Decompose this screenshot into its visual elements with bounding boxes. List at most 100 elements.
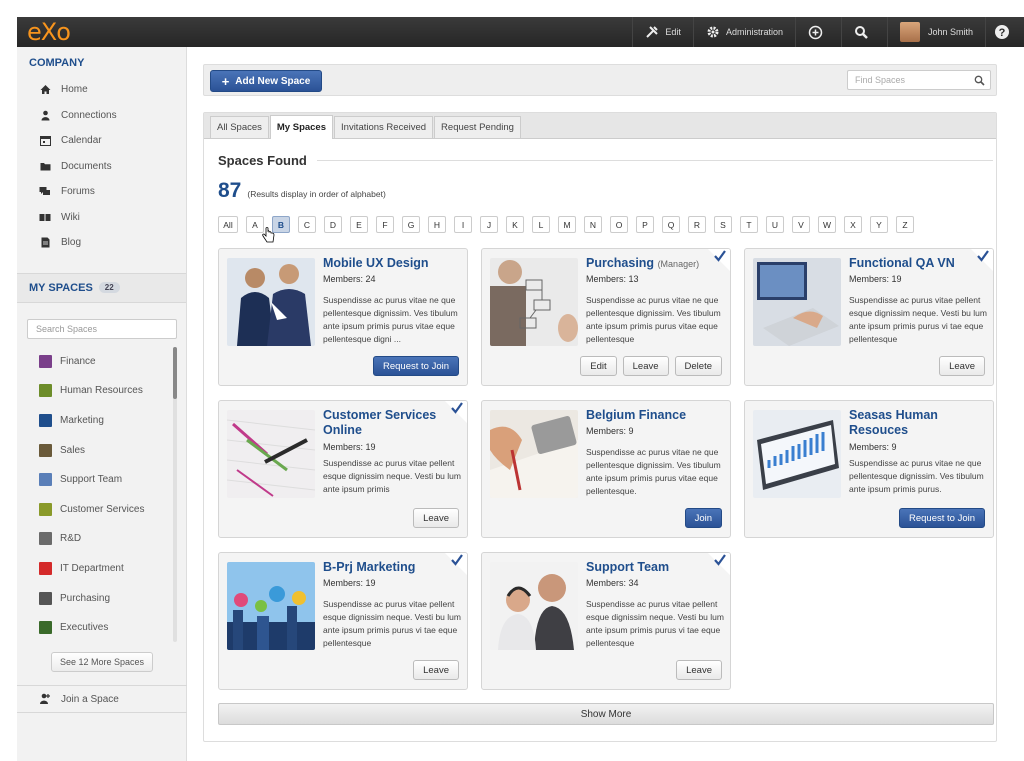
scrollbar-thumb[interactable] [173,347,177,399]
letter-filter-x[interactable]: X [844,216,862,233]
company-heading: COMPANY [29,57,85,69]
edit-button[interactable]: Edit [580,356,617,376]
space-title[interactable]: Customer Services Online [323,408,461,438]
letter-filter-z[interactable]: Z [896,216,914,233]
join-button[interactable]: Join [684,508,722,528]
add-new-space-button[interactable]: + Add New Space [210,70,322,92]
letter-filter-l[interactable]: L [532,216,550,233]
sidebar-item-home[interactable]: Home [17,77,186,103]
sidebar-item-marketing[interactable]: Marketing [17,406,186,436]
user-name: John Smith [927,27,973,37]
request-to-join-button[interactable]: Request to Join [372,356,459,376]
letter-filter-j[interactable]: J [480,216,498,233]
sidebar-item-label: Marketing [60,414,104,426]
sidebar-item-blog[interactable]: Blog [17,230,186,256]
request-to-join-button[interactable]: Request to Join [898,508,985,528]
delete-button[interactable]: Delete [674,356,722,376]
edit-menu[interactable]: Edit [632,17,693,47]
sidebar-item-label: Support Team [60,474,123,486]
spaces-scrollbar[interactable] [173,347,177,642]
letter-filter-all[interactable]: All [218,216,238,233]
sidebar-item-forums[interactable]: Forums [17,179,186,205]
space-card: Belgium Finance Members: 9 Suspendisse a… [481,400,731,538]
letter-filter-h[interactable]: H [428,216,446,233]
letter-filter-y[interactable]: Y [870,216,888,233]
space-title[interactable]: Functional QA VN [849,256,987,271]
sidebar-item-calendar[interactable]: Calendar [17,128,186,154]
letter-filter-d[interactable]: D [324,216,342,233]
sidebar-item-connections[interactable]: Connections [17,103,186,129]
leave-button[interactable]: Leave [413,508,459,528]
letter-filter-f[interactable]: F [376,216,394,233]
edit-label: Edit [665,27,681,37]
letter-filter-p[interactable]: P [636,216,654,233]
sidebar-item-wiki[interactable]: Wiki [17,205,186,231]
top-navigation-bar: eXo Edit Administration John Smith ? [17,17,1024,47]
tab-invitations-received[interactable]: Invitations Received [334,116,434,138]
letter-filter-s[interactable]: S [714,216,732,233]
card-actions: Leave [407,508,459,528]
letter-filter-i[interactable]: I [454,216,472,233]
search-spaces-input[interactable]: Search Spaces [27,318,177,339]
space-title[interactable]: Purchasing (Manager) [586,256,724,272]
sidebar-item-customer-services[interactable]: Customer Services [17,494,186,524]
leave-button[interactable]: Leave [676,660,722,680]
tab-all-spaces[interactable]: All Spaces [210,116,269,138]
user-menu[interactable]: John Smith [886,17,985,47]
leave-button[interactable]: Leave [622,356,669,376]
letter-filter-u[interactable]: U [766,216,784,233]
leave-button[interactable]: Leave [939,356,985,376]
letter-filter-e[interactable]: E [350,216,368,233]
sidebar-item-it-department[interactable]: IT Department [17,554,186,584]
help-button[interactable]: ? [985,17,1024,47]
administration-menu[interactable]: Administration [692,17,795,47]
letter-filter-v[interactable]: V [792,216,810,233]
sidebar-item-label: IT Department [60,562,124,574]
exo-logo[interactable]: eXo [27,18,71,46]
letter-filter-m[interactable]: M [558,216,576,233]
sidebar-item-purchasing[interactable]: Purchasing [17,583,186,613]
space-title[interactable]: Mobile UX Design [323,256,461,271]
sidebar-item-executives[interactable]: Executives [17,613,186,643]
join-space-icon [39,693,51,705]
tab-my-spaces[interactable]: My Spaces [269,115,334,139]
show-more-button[interactable]: Show More [218,703,994,725]
alphabet-filter: All A B C D E F G H I J K L M N O P Q R … [218,216,922,233]
leave-button[interactable]: Leave [413,660,459,680]
find-spaces-input[interactable]: Find Spaces [847,70,991,90]
letter-filter-t[interactable]: T [740,216,758,233]
add-new-space-label: Add New Space [235,75,311,87]
letter-filter-q[interactable]: Q [662,216,680,233]
sidebar-item-label: Purchasing [60,592,111,604]
sidebar-item-human-resources[interactable]: Human Resources [17,376,186,406]
see-more-spaces-button[interactable]: See 12 More Spaces [51,652,153,673]
letter-filter-c[interactable]: C [298,216,316,233]
space-role: (Manager) [657,259,700,269]
sidebar-item-finance[interactable]: Finance [17,347,186,377]
space-description: Suspendisse ac purus vitae pellent esque… [323,458,461,494]
letter-filter-w[interactable]: W [818,216,836,233]
letter-filter-k[interactable]: K [506,216,524,233]
letter-filter-r[interactable]: R [688,216,706,233]
spaces-found-heading: Spaces Found [218,153,993,168]
sidebar-item-sales[interactable]: Sales [17,435,186,465]
sidebar-item-documents[interactable]: Documents [17,154,186,180]
results-count: 87 (Results display in order of alphabet… [218,179,386,203]
space-title[interactable]: B-Prj Marketing [323,560,461,575]
letter-filter-n[interactable]: N [584,216,602,233]
sidebar-item-rnd[interactable]: R&D [17,524,186,554]
sidebar-item-support-team[interactable]: Support Team [17,465,186,495]
join-space-link[interactable]: Join a Space [17,685,187,713]
sidebar-item-label: Customer Services [60,503,145,515]
space-title[interactable]: Support Team [586,560,724,575]
sidebar-item-label: Wiki [61,211,80,223]
space-title[interactable]: Belgium Finance [586,408,724,423]
search-button[interactable] [840,17,887,47]
letter-filter-g[interactable]: G [402,216,420,233]
tab-request-pending[interactable]: Request Pending [434,116,521,138]
letter-filter-o[interactable]: O [610,216,628,233]
administration-label: Administration [725,27,783,37]
space-title[interactable]: Seasas Human Resouces [849,408,987,438]
check-icon [451,554,463,566]
add-button[interactable] [794,17,841,47]
